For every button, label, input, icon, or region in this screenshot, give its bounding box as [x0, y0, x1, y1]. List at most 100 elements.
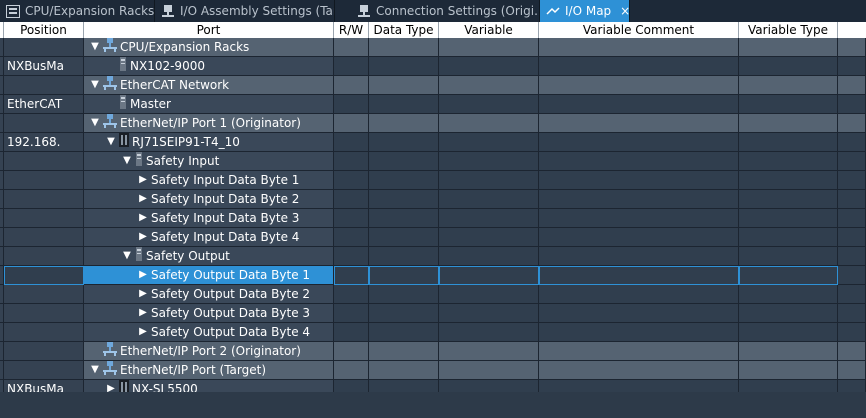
position-cell[interactable]	[4, 304, 84, 323]
variable-comment-cell[interactable]	[539, 76, 739, 95]
position-cell[interactable]	[4, 266, 84, 285]
variable-comment-cell[interactable]	[539, 190, 739, 209]
expand-toggle-icon[interactable]: ▼	[90, 361, 100, 379]
variable-type-cell[interactable]	[739, 266, 838, 285]
variable-comment-cell[interactable]	[539, 285, 739, 304]
variable-type-cell[interactable]	[739, 171, 838, 190]
table-row[interactable]: ▶ Safety Input Data Byte 3	[0, 209, 866, 228]
data-type-cell[interactable]	[369, 247, 439, 266]
data-type-cell[interactable]	[369, 95, 439, 114]
variable-cell[interactable]	[439, 38, 539, 57]
table-row[interactable]: ▶ Safety Output Data Byte 1	[0, 266, 866, 285]
port-cell[interactable]: ▼ RJ71SEIP91-T4_10	[84, 132, 334, 152]
variable-comment-cell[interactable]	[539, 266, 739, 285]
port-cell[interactable]: ▶ Safety Input Data Byte 2	[84, 190, 334, 209]
table-row[interactable]: 192.168. ▼ RJ71SEIP91-T4_10	[0, 132, 866, 152]
position-cell[interactable]	[4, 342, 84, 361]
port-cell[interactable]: ▶ Safety Output Data Byte 3	[84, 304, 334, 323]
expand-toggle-icon[interactable]: ▼	[106, 133, 116, 151]
port-cell[interactable]: ▼ Safety Input	[84, 151, 334, 171]
variable-type-cell[interactable]	[739, 190, 838, 209]
position-cell[interactable]: 192.168.	[4, 133, 84, 152]
table-row[interactable]: ▶ Safety Input Data Byte 1	[0, 171, 866, 190]
variable-cell[interactable]	[439, 114, 539, 133]
port-cell[interactable]: EtherNet/IP Port 2 (Originator)	[84, 341, 334, 361]
variable-type-cell[interactable]	[739, 323, 838, 342]
variable-type-cell[interactable]	[739, 228, 838, 247]
position-cell[interactable]	[4, 190, 84, 209]
rw-cell[interactable]	[334, 95, 369, 114]
collapse-toggle-icon[interactable]: ▶	[138, 266, 148, 284]
data-type-cell[interactable]	[369, 133, 439, 152]
port-cell[interactable]: ▼ EtherNet/IP Port (Target)	[84, 360, 334, 380]
variable-cell[interactable]	[439, 342, 539, 361]
rw-cell[interactable]	[334, 57, 369, 76]
variable-cell[interactable]	[439, 133, 539, 152]
table-row[interactable]: ▼ EtherCAT Network	[0, 75, 866, 95]
rw-cell[interactable]	[334, 247, 369, 266]
variable-comment-cell[interactable]	[539, 38, 739, 57]
table-row[interactable]: ▶ Safety Input Data Byte 4	[0, 228, 866, 247]
variable-type-cell[interactable]	[739, 361, 838, 380]
expand-toggle-icon[interactable]: ▼	[122, 152, 132, 170]
variable-cell[interactable]	[439, 171, 539, 190]
table-row[interactable]: ▶ Safety Output Data Byte 4	[0, 323, 866, 342]
table-row[interactable]: ▼ CPU/Expansion Racks	[0, 37, 866, 57]
variable-cell[interactable]	[439, 266, 539, 285]
variable-cell[interactable]	[439, 304, 539, 323]
variable-type-cell[interactable]	[739, 247, 838, 266]
rw-cell[interactable]	[334, 190, 369, 209]
position-cell[interactable]: EtherCAT	[4, 95, 84, 114]
variable-comment-cell[interactable]	[539, 323, 739, 342]
rw-cell[interactable]	[334, 228, 369, 247]
data-type-cell[interactable]	[369, 304, 439, 323]
rw-cell[interactable]	[334, 266, 369, 285]
column-header-data-type[interactable]: Data Type	[369, 22, 439, 38]
table-row[interactable]: ▶ Safety Output Data Byte 2	[0, 285, 866, 304]
rw-cell[interactable]	[334, 304, 369, 323]
column-header-variable-comment[interactable]: Variable Comment	[539, 22, 739, 38]
variable-comment-cell[interactable]	[539, 361, 739, 380]
column-header-port[interactable]: Port	[84, 22, 334, 38]
data-type-cell[interactable]	[369, 323, 439, 342]
variable-cell[interactable]	[439, 76, 539, 95]
port-cell[interactable]: ▶ Safety Output Data Byte 4	[84, 323, 334, 342]
data-type-cell[interactable]	[369, 361, 439, 380]
variable-type-cell[interactable]	[739, 114, 838, 133]
table-row[interactable]: ▶ Safety Input Data Byte 2	[0, 190, 866, 209]
table-row[interactable]: ▶ Safety Output Data Byte 3	[0, 304, 866, 323]
variable-comment-cell[interactable]	[539, 57, 739, 76]
variable-cell[interactable]	[439, 190, 539, 209]
collapse-toggle-icon[interactable]: ▶	[138, 209, 148, 227]
column-header-rw[interactable]: R/W	[334, 22, 369, 38]
variable-cell[interactable]	[439, 285, 539, 304]
variable-cell[interactable]	[439, 361, 539, 380]
position-cell[interactable]	[4, 76, 84, 95]
variable-comment-cell[interactable]	[539, 228, 739, 247]
data-type-cell[interactable]	[369, 152, 439, 171]
position-cell[interactable]	[4, 247, 84, 266]
variable-type-cell[interactable]	[739, 209, 838, 228]
expand-toggle-icon[interactable]: ▼	[90, 114, 100, 132]
variable-type-cell[interactable]	[739, 342, 838, 361]
variable-cell[interactable]	[439, 95, 539, 114]
variable-cell[interactable]	[439, 209, 539, 228]
rw-cell[interactable]	[334, 152, 369, 171]
table-row[interactable]: ▼ Safety Input	[0, 151, 866, 171]
port-cell[interactable]: ▶ Safety Output Data Byte 1	[84, 266, 334, 285]
position-cell[interactable]	[4, 361, 84, 380]
column-header-variable-type[interactable]: Variable Type	[739, 22, 838, 38]
data-type-cell[interactable]	[369, 285, 439, 304]
column-header-variable[interactable]: Variable	[439, 22, 539, 38]
data-type-cell[interactable]	[369, 57, 439, 76]
port-cell[interactable]: NX102-9000	[84, 56, 334, 76]
rw-cell[interactable]	[334, 285, 369, 304]
data-type-cell[interactable]	[369, 38, 439, 57]
variable-type-cell[interactable]	[739, 152, 838, 171]
variable-type-cell[interactable]	[739, 304, 838, 323]
collapse-toggle-icon[interactable]: ▶	[138, 323, 148, 341]
expand-toggle-icon[interactable]: ▼	[90, 38, 100, 56]
variable-cell[interactable]	[439, 152, 539, 171]
collapse-toggle-icon[interactable]: ▶	[138, 228, 148, 246]
variable-comment-cell[interactable]	[539, 304, 739, 323]
